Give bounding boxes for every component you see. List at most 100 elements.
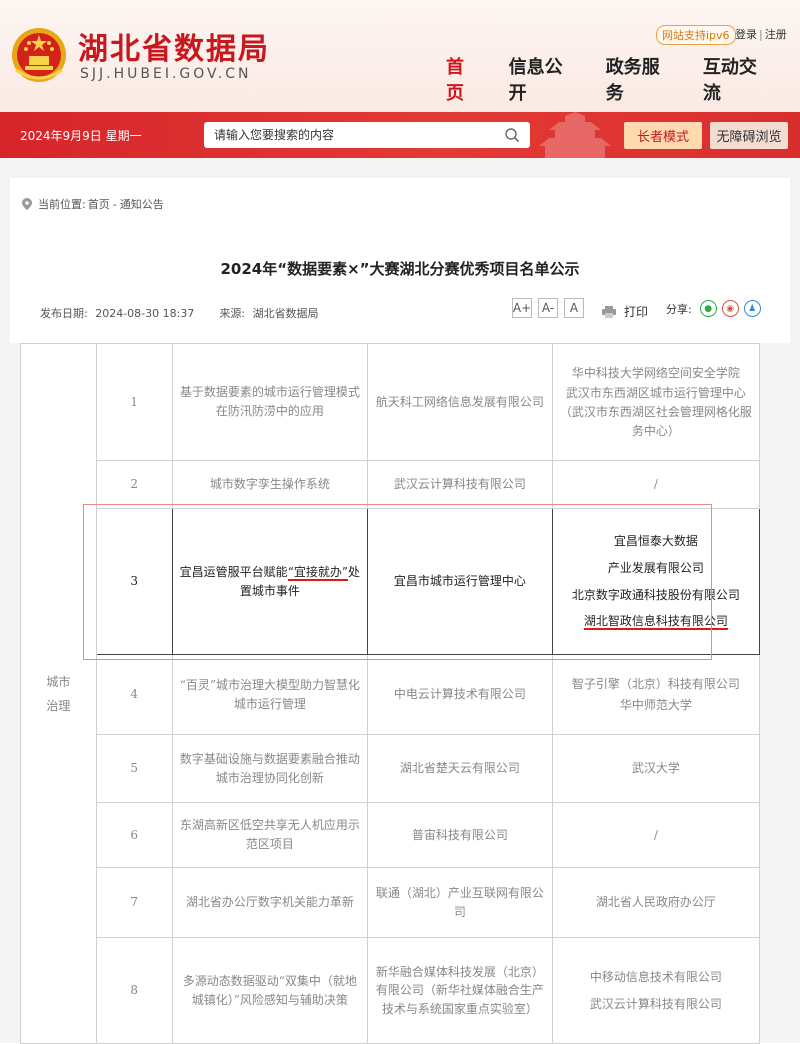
site-domain: SJJ.HUBEI.GOV.CN <box>80 66 252 82</box>
font-size-controls: A+ A- A <box>512 298 584 318</box>
current-date: 2024年9月9日 星期一 <box>20 129 142 143</box>
search-icon[interactable] <box>504 127 520 143</box>
lead-organization: 武汉云计算科技有限公司 <box>367 460 553 509</box>
breadcrumb-section[interactable]: 通知公告 <box>120 196 164 212</box>
login-link[interactable]: 登录 <box>735 28 757 41</box>
project-name-underlined: “宜接就办” <box>287 564 348 581</box>
lead-organization: 宜昌市城市运行管理中心 <box>367 508 553 655</box>
utility-bar: 2024年9月9日 星期一 长者模式 无障碍浏览 <box>0 112 800 158</box>
row-number: 3 <box>95 508 173 655</box>
separator: | <box>759 28 763 41</box>
project-name: 宜昌运管服平台赋能“宜接就办”处置城市事件 <box>171 508 369 655</box>
partner-organizations: 湖北省人民政府办公厅 <box>551 867 761 938</box>
project-name: 多源动态数据驱动“双集中（就地城镇化）”风险感知与辅助决策 <box>171 937 369 1044</box>
article-title: 2024年“数据要素×”大赛湖北分赛优秀项目名单公示 <box>220 260 580 278</box>
breadcrumb-label: 当前位置: <box>38 198 86 211</box>
partner-organizations: 宜昌恒泰大数据 产业发展有限公司 北京数字政通科技股份有限公司 湖北智政信息科技… <box>551 508 761 655</box>
source-label: 来源: <box>219 307 246 320</box>
project-name-part: 宜昌运管服平台赋能 <box>179 564 288 579</box>
nav-interaction[interactable]: 互动交流 <box>703 53 772 105</box>
printer-icon <box>602 305 616 318</box>
partner-organizations: 华中科技大学网络空间安全学院 武汉市东西湖区城市运行管理中心（武汉市东西湖区社会… <box>551 343 761 461</box>
main-nav: 首页 信息公开 政务服务 互动交流 <box>446 53 800 105</box>
table-row: 6 东湖高新区低空共享无人机应用示范区项目 普宙科技有限公司 / <box>21 802 761 868</box>
site-header: 湖北省数据局 SJJ.HUBEI.GOV.CN 网站支持ipv6 登录 | 注册 首… <box>0 0 800 112</box>
breadcrumb: 当前位置: 首页 - 通知公告 <box>22 196 164 212</box>
lead-organization: 联通（湖北）产业互联网有限公司 <box>367 867 553 938</box>
search-input[interactable] <box>204 122 494 148</box>
register-link[interactable]: 注册 <box>765 28 787 41</box>
nav-info-disclosure[interactable]: 信息公开 <box>509 53 578 105</box>
ipv6-badge: 网站支持ipv6 <box>656 25 736 45</box>
source-value: 湖北省数据局 <box>252 307 319 320</box>
qq-icon[interactable]: ♟ <box>743 300 761 317</box>
article-meta: 发布日期: 2024-08-30 18:37 来源: 湖北省数据局 <box>40 305 319 321</box>
row-number: 1 <box>95 343 173 461</box>
table-row: 7 湖北省办公厅数字机关能力革新 联通（湖北）产业互联网有限公司 湖北省人民政府… <box>21 867 761 938</box>
table-row: 8 多源动态数据驱动“双集中（就地城镇化）”风险感知与辅助决策 新华融合媒体科技… <box>21 937 761 1044</box>
font-increase-button[interactable]: A+ <box>512 298 532 318</box>
partner-name: 华中科技大学网络空间安全学院 <box>571 365 740 380</box>
elder-mode-button[interactable]: 长者模式 <box>624 122 702 149</box>
project-name: 东湖高新区低空共享无人机应用示范区项目 <box>171 802 369 868</box>
table-row: 2 城市数字孪生操作系统 武汉云计算科技有限公司 / <box>21 460 761 509</box>
row-number: 4 <box>95 654 173 735</box>
project-name: 湖北省办公厅数字机关能力革新 <box>171 867 369 938</box>
nav-gov-services[interactable]: 政务服务 <box>606 53 675 105</box>
partner-name: 宜昌恒泰大数据 <box>613 534 698 549</box>
lead-organization: 普宙科技有限公司 <box>367 802 553 868</box>
wechat-icon[interactable]: ● <box>699 300 717 317</box>
partner-name: 武汉云计算科技有限公司 <box>589 996 722 1011</box>
lead-organization: 航天科工网络信息发展有限公司 <box>367 343 553 461</box>
project-name: 城市数字孪生操作系统 <box>171 460 369 509</box>
weibo-icon[interactable]: ◉ <box>721 300 739 317</box>
share-label: 分享: <box>666 302 692 316</box>
partner-organizations: / <box>551 802 761 868</box>
lead-organization: 中电云计算技术有限公司 <box>367 654 553 735</box>
row-number: 2 <box>95 460 173 509</box>
project-name: 基于数据要素的城市运行管理模式在防汛防涝中的应用 <box>171 343 369 461</box>
article-header-card: 当前位置: 首页 - 通知公告 2024年“数据要素×”大赛湖北分赛优秀项目名单… <box>10 178 790 343</box>
project-table: 城市治理 1 基于数据要素的城市运行管理模式在防汛防涝中的应用 航天科工网络信息… <box>20 343 761 1044</box>
breadcrumb-home[interactable]: 首页 <box>88 196 110 212</box>
project-name: 数字基础设施与数据要素融合推动城市治理协同化创新 <box>171 734 369 803</box>
project-name: “百灵”城市治理大模型助力智慧化城市运行管理 <box>171 654 369 735</box>
font-default-button[interactable]: A <box>564 298 584 318</box>
nav-home[interactable]: 首页 <box>446 53 481 105</box>
row-number: 6 <box>95 802 173 868</box>
category-cell: 城市治理 <box>20 343 97 1044</box>
publish-label: 发布日期: <box>40 307 88 320</box>
partner-organizations: 中移动信息技术有限公司 武汉云计算科技有限公司 <box>551 937 761 1044</box>
partner-name: 北京数字政通科技股份有限公司 <box>571 587 740 602</box>
print-button[interactable]: 打印 <box>602 303 648 320</box>
site-title[interactable]: 湖北省数据局 <box>78 24 270 68</box>
row-number: 5 <box>95 734 173 803</box>
share-bar: 分享: ● ◉ ♟ <box>666 300 761 317</box>
font-decrease-button[interactable]: A- <box>538 298 558 318</box>
category-label: 城市治理 <box>46 674 71 713</box>
partner-name-underlined: 湖北智政信息科技有限公司 <box>583 614 728 631</box>
national-emblem-icon <box>12 28 66 82</box>
search-box <box>204 122 530 148</box>
lead-organization: 湖北省楚天云有限公司 <box>367 734 553 803</box>
table-row: 4 “百灵”城市治理大模型助力智慧化城市运行管理 中电云计算技术有限公司 智子引… <box>21 654 761 735</box>
partner-name: 华中师范大学 <box>619 697 692 712</box>
partner-organizations: 智子引擎（北京）科技有限公司 华中师范大学 <box>551 654 761 735</box>
partner-name: 产业发展有限公司 <box>607 560 704 575</box>
location-pin-icon <box>22 198 32 210</box>
publish-date: 2024-08-30 18:37 <box>95 307 195 320</box>
row-number: 7 <box>95 867 173 938</box>
partner-name: 智子引擎（北京）科技有限公司 <box>571 676 740 691</box>
partner-organizations: / <box>551 460 761 509</box>
project-table-wrapper: 城市治理 1 基于数据要素的城市运行管理模式在防汛防涝中的应用 航天科工网络信息… <box>20 343 761 1044</box>
print-label: 打印 <box>624 305 649 319</box>
breadcrumb-sep: - <box>112 197 117 211</box>
yellow-crane-tower-icon <box>539 112 611 158</box>
accessible-browse-button[interactable]: 无障碍浏览 <box>710 122 788 149</box>
table-row: 城市治理 1 基于数据要素的城市运行管理模式在防汛防涝中的应用 航天科工网络信息… <box>20 343 761 1044</box>
login-links: 登录 | 注册 <box>735 26 787 42</box>
partner-name: 武汉市东西湖区城市运行管理中心（武汉市东西湖区社会管理网格化服务中心） <box>559 386 752 438</box>
table-row: 5 数字基础设施与数据要素融合推动城市治理协同化创新 湖北省楚天云有限公司 武汉… <box>21 734 761 803</box>
row-number: 8 <box>95 937 173 1044</box>
partner-name: 中移动信息技术有限公司 <box>589 969 722 984</box>
